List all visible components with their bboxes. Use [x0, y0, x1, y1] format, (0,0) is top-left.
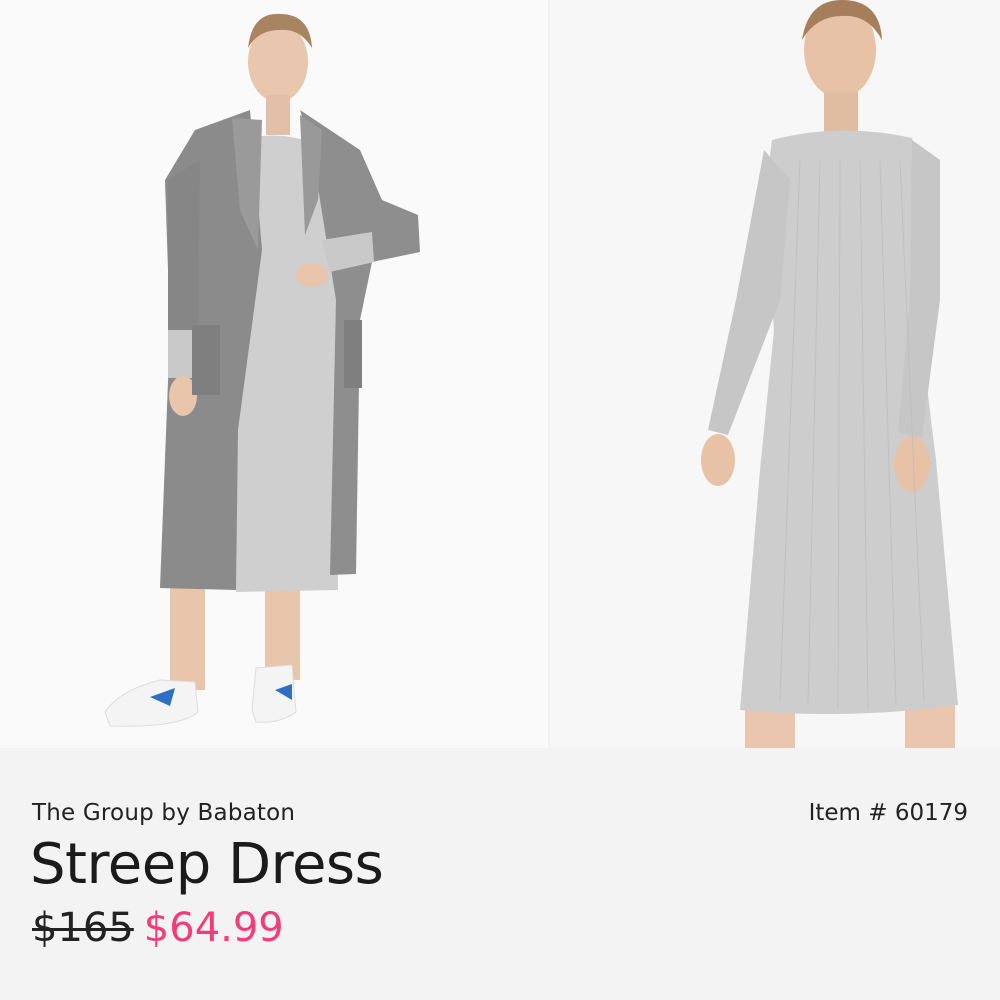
sale-price: $64.99: [143, 905, 284, 951]
product-gallery: [0, 0, 1000, 748]
original-price: $165: [32, 905, 134, 951]
product-photo-dress-front[interactable]: [547, 0, 1000, 748]
brand-name: The Group by Babaton: [32, 800, 296, 826]
product-title: Streep Dress: [30, 832, 384, 897]
item-number: Item # 60179: [808, 800, 968, 826]
price-row: $165 $64.99: [32, 906, 284, 950]
product-photo-coat-look[interactable]: [0, 0, 548, 748]
